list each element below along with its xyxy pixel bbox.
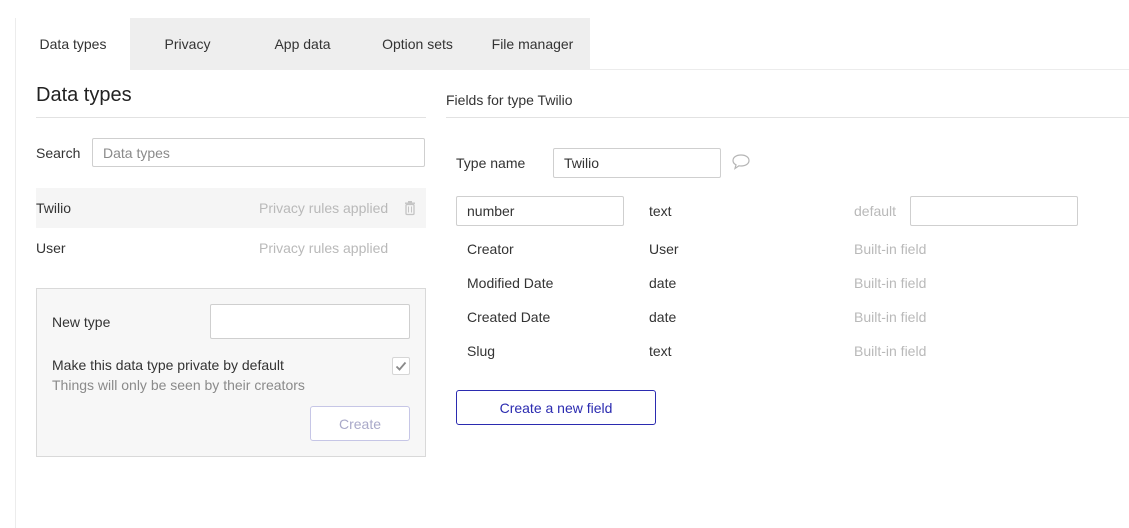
builtin-field-note: Built-in field — [854, 241, 927, 257]
tab-data-types[interactable]: Data types — [16, 18, 130, 70]
builtin-field-note: Built-in field — [854, 343, 927, 359]
tab-file-manager[interactable]: File manager — [475, 18, 590, 70]
privacy-status: Privacy rules applied — [259, 200, 389, 216]
content-frame-border — [15, 18, 16, 528]
fields-divider — [446, 117, 1129, 118]
private-default-label: Make this data type private by default — [52, 357, 284, 373]
data-types-divider — [36, 117, 426, 118]
new-type-panel: New type Make this data type private by … — [36, 288, 426, 457]
create-type-button[interactable]: Create — [310, 406, 410, 441]
tab-app-data[interactable]: App data — [245, 18, 360, 70]
builtin-field-type: User — [649, 241, 679, 257]
builtin-field-type: date — [649, 309, 677, 325]
builtin-field-type: text — [649, 343, 672, 359]
field-name-input[interactable] — [456, 196, 624, 226]
data-type-name: Twilio — [36, 200, 72, 216]
fields-title: Fields for type Twilio — [446, 92, 573, 108]
data-types-title: Data types — [36, 84, 132, 106]
data-type-name: User — [36, 240, 66, 256]
builtin-field-name: Creator — [467, 241, 514, 257]
builtin-field-name: Created Date — [467, 309, 551, 325]
search-label: Search — [36, 145, 81, 161]
field-type[interactable]: text — [649, 203, 672, 219]
search-input[interactable] — [92, 138, 425, 167]
builtin-field-type: date — [649, 275, 677, 291]
create-new-field-button[interactable]: Create a new field — [456, 390, 656, 425]
tab-bar: Data types Privacy App data Option sets … — [16, 18, 590, 70]
private-default-checkbox[interactable] — [392, 357, 410, 375]
type-name-input[interactable] — [553, 148, 721, 178]
builtin-field-name: Slug — [467, 343, 496, 359]
field-default-label: default — [854, 203, 897, 219]
builtin-field-name: Modified Date — [467, 275, 554, 291]
privacy-status: Privacy rules applied — [259, 240, 389, 256]
trash-icon[interactable] — [402, 200, 418, 216]
comment-icon[interactable] — [731, 153, 751, 171]
private-default-help: Things will only be seen by their creato… — [52, 377, 305, 393]
tab-privacy[interactable]: Privacy — [130, 18, 245, 70]
builtin-field-note: Built-in field — [854, 275, 927, 291]
tab-bar-divider — [590, 69, 1129, 70]
data-type-row-twilio[interactable]: Twilio Privacy rules applied — [36, 188, 426, 228]
tab-option-sets[interactable]: Option sets — [360, 18, 475, 70]
type-name-label: Type name — [456, 155, 526, 171]
checkmark-icon — [395, 361, 407, 371]
field-default-input[interactable] — [910, 196, 1078, 226]
data-type-row-user[interactable]: User Privacy rules applied — [36, 228, 426, 268]
new-type-input[interactable] — [210, 304, 410, 339]
new-type-label: New type — [52, 314, 111, 330]
builtin-field-note: Built-in field — [854, 309, 927, 325]
